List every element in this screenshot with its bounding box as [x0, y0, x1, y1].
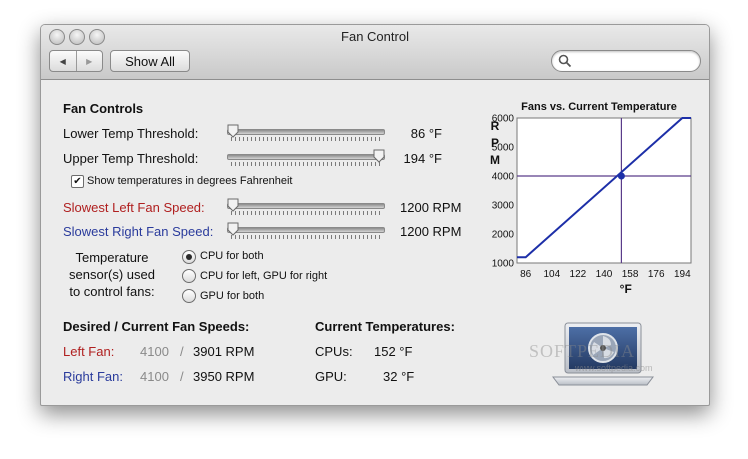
sensor-label-line: Temperature: [75, 250, 149, 265]
y-axis-label-letter: M: [490, 153, 500, 167]
current-operating-point: [617, 172, 625, 180]
right-fan-desired: 4100: [140, 369, 169, 384]
cpu-temp-value: 152 °F: [374, 344, 413, 359]
softpedia-url: www.softpedia.com: [575, 363, 653, 373]
slider-thumb[interactable]: [227, 124, 239, 138]
slider-track: [227, 203, 385, 209]
x-tick-label: 158: [622, 269, 639, 280]
upper-temp-value: 194 °F: [403, 151, 442, 166]
lower-temp-value: 86 °F: [410, 126, 442, 141]
left-fan-current: 3901 RPM: [193, 344, 255, 359]
checkmark-icon: ✔: [73, 176, 82, 187]
fan-controls-heading: Fan Controls: [63, 101, 144, 116]
current-temps-heading: Current Temperatures:: [315, 319, 455, 334]
x-tick-label: 86: [520, 269, 532, 280]
y-tick-label: 5000: [492, 143, 515, 154]
search-icon: [558, 54, 572, 68]
fan-control-window: Fan Control ◀ ▶ Show All Fan Controls Lo…: [40, 24, 710, 406]
window-title: Fan Control: [341, 29, 409, 44]
y-tick-label: 1000: [492, 259, 515, 270]
fans-vs-temperature-chart: Fans vs. Current TemperatureRPM600050004…: [490, 101, 692, 296]
slider-ticks: [231, 235, 381, 239]
left-fan-desired: 4100: [140, 344, 169, 359]
chart-title: Fans vs. Current Temperature: [521, 101, 677, 113]
right-fan-current: 3950 RPM: [193, 369, 255, 384]
sensor-label-line: sensor(s) used: [69, 267, 155, 282]
slowest-right-fan-label: Slowest Right Fan Speed:: [63, 224, 214, 239]
slider-ticks: [231, 137, 381, 141]
right-fan-label: Right Fan:: [63, 369, 123, 384]
slowest-left-fan-label: Slowest Left Fan Speed:: [63, 200, 205, 215]
cpu-temp-label: CPUs:: [315, 344, 353, 359]
x-tick-label: 176: [648, 269, 665, 280]
left-fan-label: Left Fan:: [63, 344, 115, 359]
y-tick-label: 4000: [492, 172, 515, 183]
radio-gpu-both-label[interactable]: GPU for both: [200, 290, 264, 302]
slowest-left-fan-value: 1200 RPM: [400, 200, 462, 215]
slider-ticks: [231, 211, 381, 215]
fan-speeds-heading: Desired / Current Fan Speeds:: [63, 319, 250, 334]
y-tick-label: 2000: [492, 230, 515, 241]
back-forward-control: ◀ ▶: [49, 50, 103, 72]
slider-thumb[interactable]: [227, 222, 239, 236]
x-tick-label: 104: [543, 269, 560, 280]
sensor-label: Temperature sensor(s) used to control fa…: [69, 249, 155, 300]
x-axis-label: °F: [620, 282, 632, 296]
slowest-right-fan-slider[interactable]: [227, 222, 385, 240]
right-fan-separator: /: [180, 369, 184, 384]
left-fan-separator: /: [180, 344, 184, 359]
slowest-right-fan-value: 1200 RPM: [400, 224, 462, 239]
search-input[interactable]: [574, 53, 696, 70]
show-all-button[interactable]: Show All: [110, 50, 190, 72]
sensor-label-line: to control fans:: [69, 284, 155, 299]
x-tick-label: 122: [570, 269, 587, 280]
radio-cpu-both-label[interactable]: CPU for both: [200, 250, 264, 262]
slider-ticks: [231, 162, 381, 166]
slider-track: [227, 154, 385, 160]
radio-gpu-both[interactable]: [182, 289, 196, 303]
fahrenheit-checkbox-label[interactable]: Show temperatures in degrees Fahrenheit: [87, 175, 292, 187]
lower-temp-slider[interactable]: [227, 124, 385, 142]
gpu-temp-value: 32 °F: [383, 369, 415, 384]
radio-cpu-both[interactable]: [182, 250, 196, 264]
radio-cpu-left-gpu-right-label[interactable]: CPU for left, GPU for right: [200, 270, 327, 282]
upper-temp-label: Upper Temp Threshold:: [63, 151, 199, 166]
slider-thumb[interactable]: [373, 149, 385, 163]
radio-cpu-left-gpu-right[interactable]: [182, 269, 196, 283]
back-arrow-icon[interactable]: ◀: [50, 51, 76, 71]
y-tick-label: 6000: [492, 114, 515, 125]
slider-track: [227, 227, 385, 233]
fahrenheit-checkbox[interactable]: ✔: [71, 175, 84, 188]
forward-arrow-icon[interactable]: ▶: [75, 51, 103, 71]
lower-temp-label: Lower Temp Threshold:: [63, 126, 199, 141]
y-tick-label: 3000: [492, 201, 515, 212]
search-field[interactable]: [551, 50, 701, 72]
slowest-left-fan-slider[interactable]: [227, 198, 385, 216]
upper-temp-slider[interactable]: [227, 149, 385, 167]
gpu-temp-label: GPU:: [315, 369, 347, 384]
title-bar: Fan Control ◀ ▶ Show All: [41, 25, 709, 80]
softpedia-watermark: SOFTPEDIA: [529, 341, 636, 361]
slider-thumb[interactable]: [227, 198, 239, 212]
x-tick-label: 194: [674, 269, 691, 280]
slider-track: [227, 129, 385, 135]
x-tick-label: 140: [596, 269, 613, 280]
